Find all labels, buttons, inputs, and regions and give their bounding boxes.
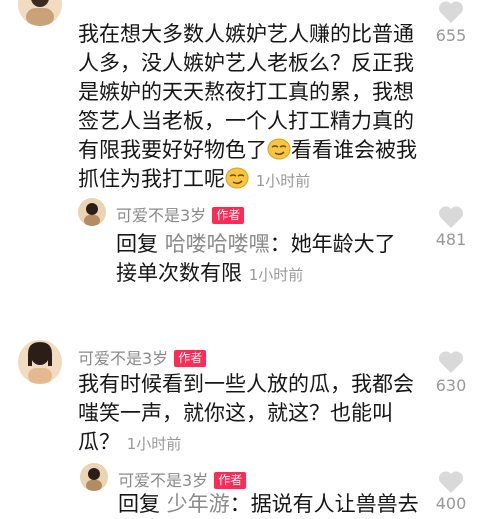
comment-time: 1小时前	[255, 172, 311, 190]
reply-colon: ：	[269, 232, 291, 256]
heart-icon[interactable]	[438, 470, 464, 494]
heart-icon[interactable]	[438, 205, 464, 229]
comment-username[interactable]: 可爱不是3岁 作者	[78, 345, 207, 369]
like-count: 400	[435, 494, 467, 513]
reply-body: 据说有人让兽兽去	[250, 492, 419, 516]
smirk-emoji-icon	[225, 167, 249, 189]
avatar[interactable]	[18, 0, 62, 26]
reply-text: 回复 哈喽哈喽嘿：她年龄大了接单次数有限 1小时前	[116, 230, 416, 290]
reply-colon: ：	[229, 492, 251, 516]
heart-icon[interactable]	[438, 0, 464, 24]
reply-text: 回复 少年游：据说有人让兽兽去	[118, 490, 419, 519]
smirk-emoji-icon	[267, 138, 291, 160]
reply-time: 1小时前	[248, 266, 304, 284]
reply-username[interactable]: 可爱不是3岁 作者	[118, 467, 247, 491]
reply-prefix: 回复	[116, 232, 158, 256]
like-count: 630	[435, 376, 467, 395]
author-badge: 作者	[214, 472, 247, 489]
reply-mention[interactable]: 哈喽哈喽嘿	[165, 232, 270, 256]
reply-prefix: 回复	[118, 492, 160, 516]
heart-icon[interactable]	[438, 350, 464, 374]
comment-time: 1小时前	[126, 435, 182, 453]
reply-username[interactable]: 可爱不是3岁 作者	[116, 202, 245, 226]
reply-avatar[interactable]	[78, 198, 106, 226]
like-count: 481	[435, 230, 467, 249]
reply-username-text[interactable]: 可爱不是3岁	[116, 206, 206, 225]
reply-mention[interactable]: 少年游	[167, 492, 230, 516]
reply-avatar[interactable]	[80, 463, 108, 491]
author-badge: 作者	[212, 207, 245, 224]
like-count: 655	[435, 26, 467, 45]
avatar[interactable]	[18, 340, 62, 384]
comment-username-text[interactable]: 可爱不是3岁	[78, 349, 168, 368]
comment-text: 我在想大多数人嫉妒艺人赚的比普通人多，没人嫉妒艺人老板么？反正我是嫉妒的天天熬夜…	[78, 20, 428, 196]
author-badge: 作者	[174, 350, 207, 367]
reply-username-text[interactable]: 可爱不是3岁	[118, 471, 208, 490]
comment-text: 我有时候看到一些人放的瓜，我都会嗤笑一声，就你这，就这？也能叫瓜？ 1小时前	[78, 370, 428, 459]
